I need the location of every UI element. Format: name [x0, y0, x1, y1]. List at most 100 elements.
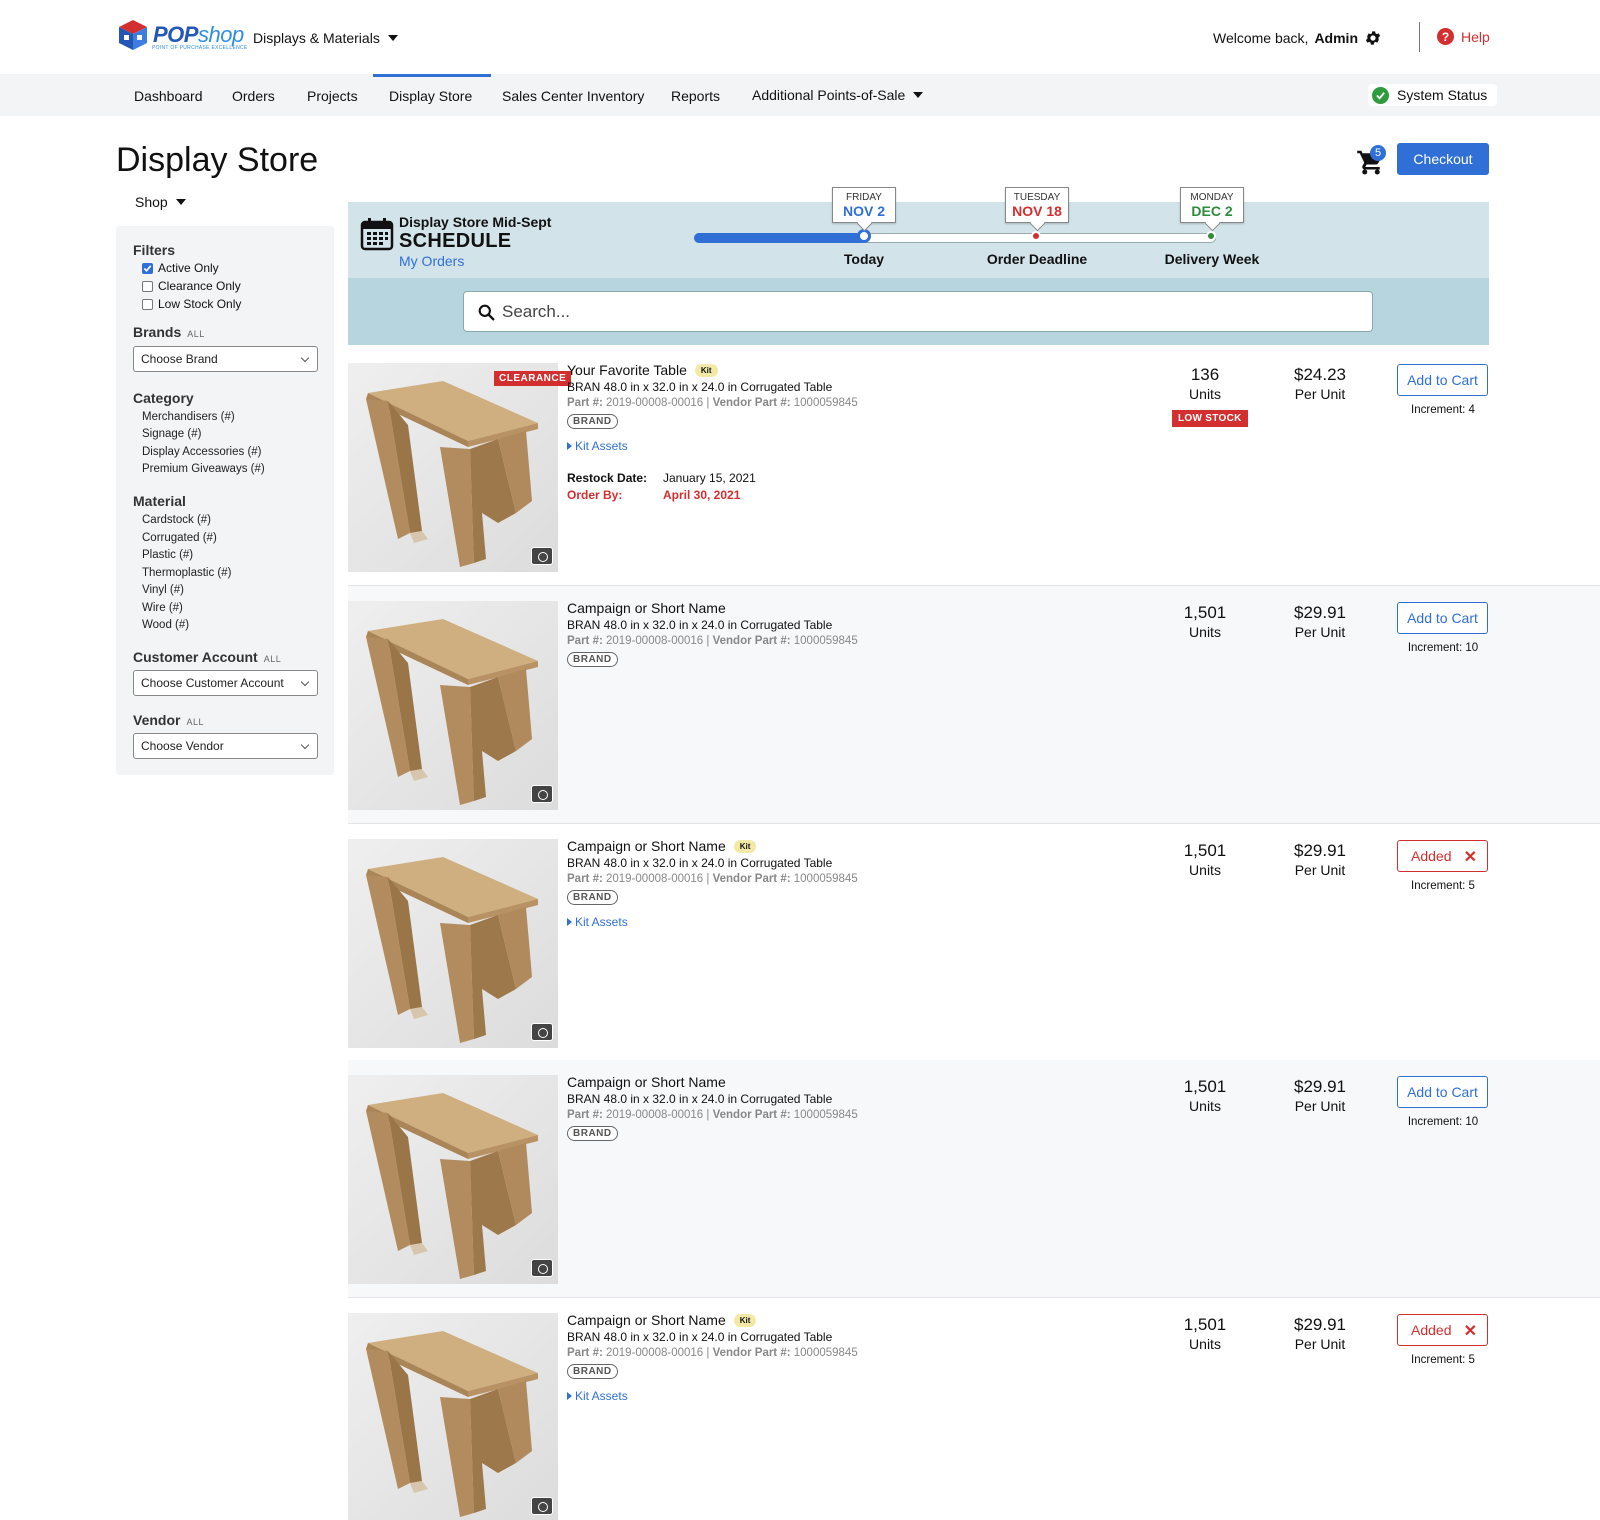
material-heading: Material — [133, 493, 186, 509]
product-name[interactable]: Campaign or Short Name — [567, 600, 726, 616]
checkbox-checked-icon[interactable] — [142, 262, 153, 274]
camera-icon[interactable] — [531, 1497, 553, 1515]
unit-price: $24.23 Per Unit — [1294, 365, 1346, 402]
order-deadline-callout: TUESDAY NOV 18 — [1005, 187, 1069, 223]
camera-icon[interactable] — [531, 1259, 553, 1277]
cart-count-badge: 5 — [1370, 145, 1386, 161]
brand-select[interactable]: Choose Brand — [133, 346, 318, 372]
nav-additional-points-of-sale[interactable]: Additional Points-of-Sale — [752, 74, 924, 116]
material-wire[interactable]: Wire (#) — [142, 602, 183, 614]
add-to-cart-button[interactable]: Add to Cart — [1397, 602, 1488, 634]
my-orders-link[interactable]: My Orders — [399, 253, 464, 269]
product-part-numbers: Part #: 2019-00008-00016 | Vendor Part #… — [567, 1347, 858, 1359]
checkbox-icon[interactable] — [142, 280, 153, 292]
customer-all-link[interactable]: ALL — [264, 654, 282, 664]
product-name[interactable]: Campaign or Short Name Kit — [567, 838, 757, 854]
material-vinyl[interactable]: Vinyl (#) — [142, 584, 184, 596]
kit-assets-link[interactable]: Kit Assets — [567, 915, 628, 929]
product-name[interactable]: Campaign or Short Name Kit — [567, 1312, 757, 1328]
low-stock-badge: LOW STOCK — [1172, 410, 1248, 427]
remove-x-icon[interactable]: ✕ — [1464, 1321, 1477, 1341]
app-switcher-dropdown[interactable]: Displays & Materials — [253, 30, 398, 46]
category-premium-giveaways[interactable]: Premium Giveaways (#) — [142, 463, 265, 475]
add-to-cart-button[interactable]: Add to Cart — [1397, 364, 1488, 396]
category-display-accessories[interactable]: Display Accessories (#) — [142, 446, 262, 458]
unit-price: $29.91 Per Unit — [1294, 1315, 1346, 1352]
product-description: BRAN 48.0 in x 32.0 in x 24.0 in Corruga… — [567, 856, 833, 870]
caret-down-icon — [175, 199, 186, 205]
camera-icon[interactable] — [531, 547, 553, 565]
popshop-logo[interactable]: POPshop POINT OF PURCHASE EXCELLENCE — [116, 18, 247, 52]
order-by-date: Order By: April 30, 2021 — [567, 488, 741, 502]
shop-dropdown[interactable]: Shop — [135, 194, 186, 210]
nav-projects[interactable]: Projects — [307, 74, 358, 116]
calendar-icon — [360, 218, 394, 251]
product-row: CLEARANCE Your Favorite Table Kit BRAN 48.0… — [348, 348, 1600, 586]
category-signage[interactable]: Signage (#) — [142, 428, 201, 440]
vendor-all-link[interactable]: ALL — [186, 717, 204, 727]
vendor-select[interactable]: Choose Vendor — [133, 733, 318, 759]
gear-icon[interactable] — [1364, 29, 1382, 47]
nav-orders[interactable]: Orders — [232, 74, 275, 116]
category-merchandisers[interactable]: Merchandisers (#) — [142, 411, 235, 423]
schedule-progress-track — [694, 233, 1216, 243]
welcome-message: Welcome back, Admin — [1213, 29, 1382, 47]
camera-icon[interactable] — [531, 1023, 553, 1041]
delivery-week-callout: MONDAY DEC 2 — [1180, 187, 1244, 223]
welcome-prefix: Welcome back, — [1212, 30, 1309, 46]
material-cardstock[interactable]: Cardstock (#) — [142, 514, 211, 526]
material-plastic[interactable]: Plastic (#) — [142, 549, 193, 561]
system-status[interactable]: System Status — [1368, 84, 1498, 106]
cube-logo-icon — [119, 20, 147, 50]
main-nav: Dashboard Orders Projects Display Store … — [0, 74, 1600, 116]
schedule-subtitle: Display Store Mid-Sept — [399, 214, 552, 230]
product-image[interactable] — [348, 1075, 558, 1284]
filter-clearance-only[interactable]: Clearance Only — [142, 279, 241, 293]
added-to-cart-button[interactable]: Added ✕ — [1397, 1314, 1488, 1346]
delivery-week-marker — [1206, 231, 1216, 241]
brands-all-link[interactable]: ALL — [187, 329, 205, 339]
nav-sales-center-inventory[interactable]: Sales Center Inventory — [502, 74, 644, 116]
kit-badge: Kit — [733, 1313, 757, 1327]
kit-assets-link[interactable]: Kit Assets — [567, 439, 628, 453]
search-input[interactable] — [502, 292, 1362, 331]
add-to-cart-button[interactable]: Add to Cart — [1397, 1076, 1488, 1108]
clearance-badge: CLEARANCE — [494, 371, 572, 386]
checkbox-icon[interactable] — [142, 298, 153, 310]
product-image[interactable] — [348, 839, 558, 1048]
kit-assets-link[interactable]: Kit Assets — [567, 1389, 628, 1403]
caret-down-icon — [913, 92, 924, 98]
product-description: BRAN 48.0 in x 32.0 in x 24.0 in Corruga… — [567, 1330, 833, 1344]
nav-display-store[interactable]: Display Store — [372, 74, 492, 116]
restock-date: Restock Date: January 15, 2021 — [567, 471, 756, 485]
help-link[interactable]: ? Help — [1437, 28, 1490, 45]
product-image[interactable] — [348, 1313, 558, 1520]
product-name[interactable]: Your Favorite Table Kit — [567, 362, 718, 378]
product-part-numbers: Part #: 2019-00008-00016 | Vendor Part #… — [567, 1109, 858, 1121]
filters-heading: Filters — [133, 242, 176, 258]
material-corrugated[interactable]: Corrugated (#) — [142, 532, 217, 544]
caret-right-icon — [567, 442, 572, 450]
camera-icon[interactable] — [531, 785, 553, 803]
category-heading: Category — [133, 390, 194, 406]
checkout-button[interactable]: Checkout — [1397, 143, 1489, 175]
today-date-callout: FRIDAY NOV 2 — [832, 187, 896, 223]
material-wood[interactable]: Wood (#) — [142, 619, 189, 631]
remove-x-icon[interactable]: ✕ — [1464, 847, 1477, 867]
nav-reports[interactable]: Reports — [671, 74, 720, 116]
chevron-down-icon — [300, 353, 310, 363]
product-image[interactable] — [348, 601, 558, 810]
check-circle-icon — [1372, 86, 1389, 104]
brands-heading: Brands ALL — [133, 324, 205, 340]
filter-low-stock-only[interactable]: Low Stock Only — [142, 297, 241, 311]
product-name[interactable]: Campaign or Short Name — [567, 1074, 726, 1090]
logo-tagline: POINT OF PURCHASE EXCELLENCE — [152, 45, 248, 51]
customer-account-select[interactable]: Choose Customer Account — [133, 670, 318, 696]
material-thermoplastic[interactable]: Thermoplastic (#) — [142, 567, 231, 579]
schedule-progress-fill — [694, 233, 866, 243]
nav-dashboard[interactable]: Dashboard — [134, 74, 203, 116]
product-image[interactable] — [348, 363, 558, 572]
added-to-cart-button[interactable]: Added ✕ — [1397, 840, 1488, 872]
search-box[interactable] — [463, 291, 1373, 332]
filter-active-only[interactable]: Active Only — [142, 261, 219, 275]
